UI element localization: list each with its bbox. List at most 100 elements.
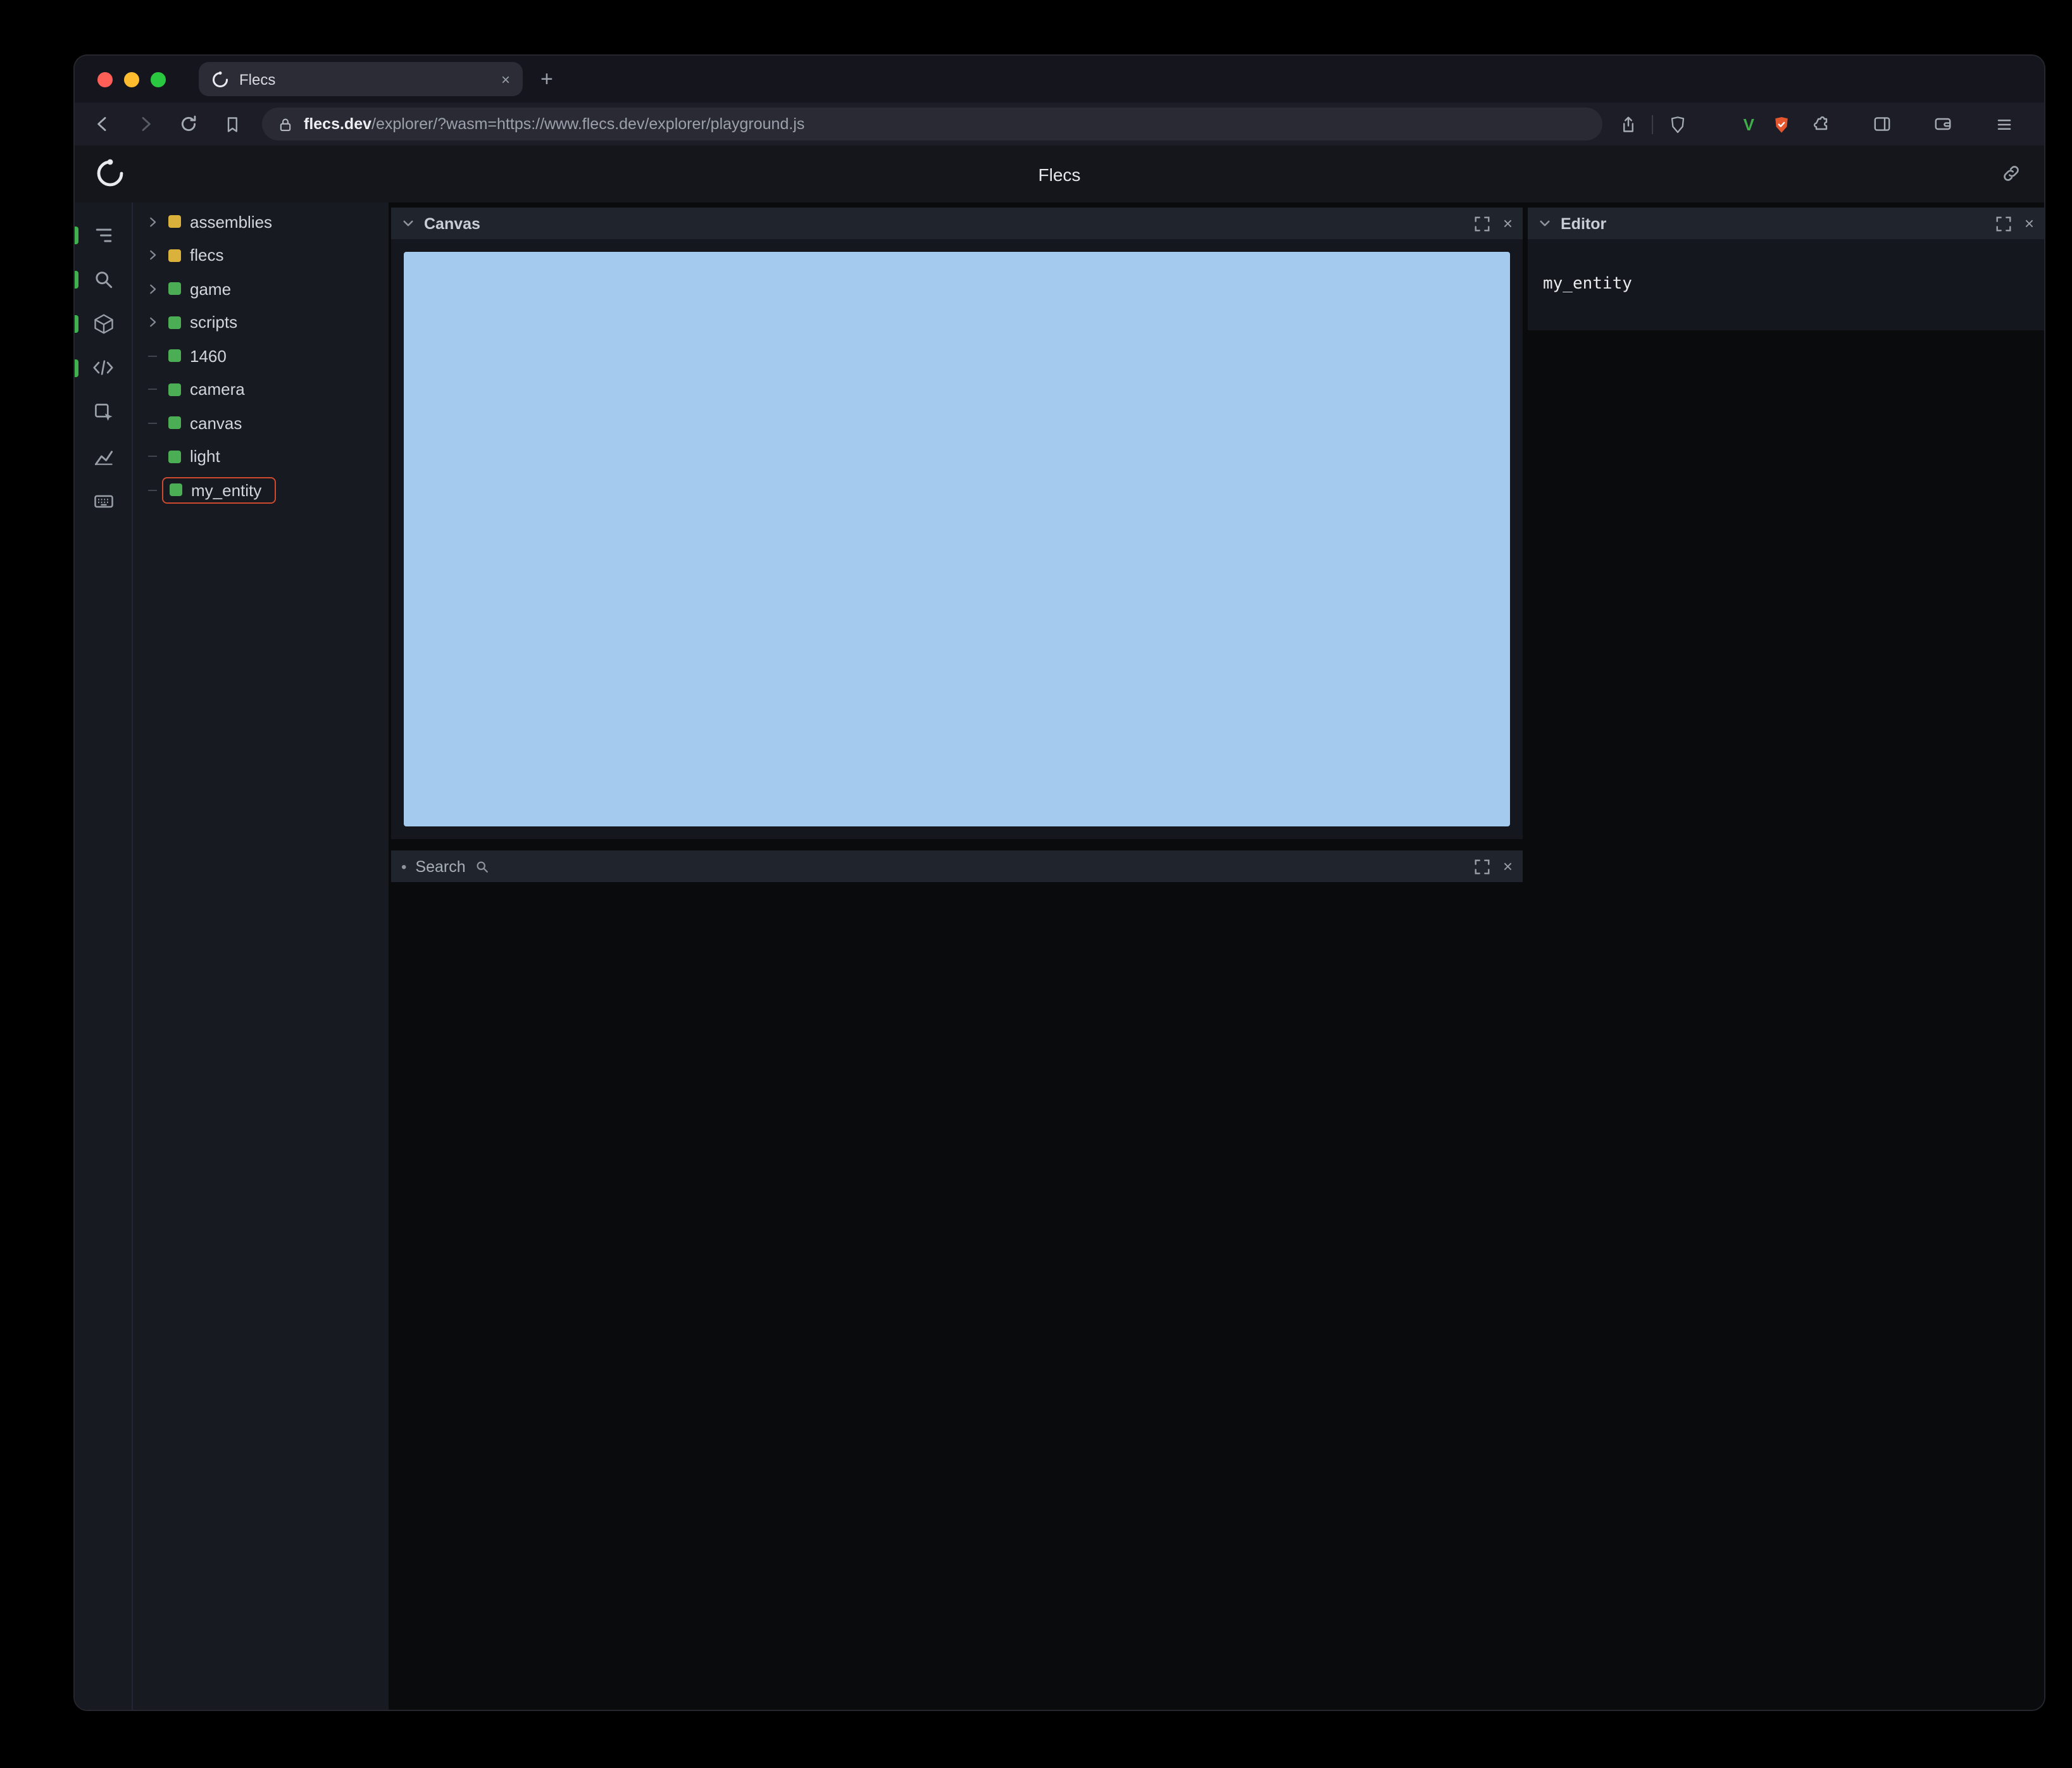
tree-row-scripts[interactable]: scripts [133,306,389,339]
canvas-panel-body [391,239,1523,839]
module-color-swatch [168,249,181,262]
reload-icon[interactable] [176,111,201,137]
share-link-icon[interactable] [2001,163,2021,184]
close-icon[interactable]: × [2025,215,2034,232]
app-body: assemblies flecs game scripts 1460 camer… [75,202,2044,1710]
inspect-cursor-icon [94,403,112,420]
rail-item-entities[interactable] [75,301,132,346]
entity-color-swatch [168,316,181,329]
entity-color-swatch [170,483,182,497]
toolbar-divider [1652,115,1654,134]
url-path: /explorer/?wasm=https://www.flecs.dev/ex… [371,115,805,133]
zoom-window-button[interactable] [151,72,166,87]
back-icon[interactable] [90,111,115,137]
share-icon[interactable] [1616,111,1641,137]
sidebar-icon-rail [75,202,133,1710]
rail-item-inspector[interactable] [75,390,132,434]
webgl-canvas[interactable] [404,252,1510,826]
tree-row-my-entity[interactable]: my_entity [133,473,389,507]
screen: Flecs × + flecs.dev/explorer/?wasm=https… [0,0,2072,1768]
entity-color-swatch [168,450,181,463]
url-text: flecs.dev/explorer/?wasm=https://www.fle… [304,115,804,133]
tree-item-label: assemblies [190,212,273,232]
tree-guide-dash [146,389,159,390]
tree-guide-dash [146,456,159,458]
wallet-icon[interactable] [1930,111,1956,137]
expand-icon[interactable] [1475,216,1490,231]
chevron-right-icon[interactable] [146,249,159,263]
expand-icon[interactable] [1997,216,2012,231]
entity-color-swatch [168,282,181,296]
url-domain: flecs.dev [304,115,372,133]
menu-icon[interactable] [1991,111,2016,137]
tree-row-camera[interactable]: camera [133,373,389,406]
close-icon[interactable]: × [1503,215,1513,232]
chevron-down-icon[interactable] [401,216,415,230]
tree-item-label: my_entity [191,480,262,500]
tab-title: Flecs [239,70,276,88]
cube-icon [94,313,113,333]
main-panel-area: Canvas × • Search × Editor × my_entity [389,202,2044,1710]
tree-row-assemblies[interactable]: assemblies [133,205,389,239]
tree-row-light[interactable]: light [133,440,389,473]
extensions-puzzle-icon[interactable] [1809,111,1834,137]
url-bar[interactable]: flecs.dev/explorer/?wasm=https://www.fle… [262,108,1603,140]
tree-row-canvas[interactable]: canvas [133,406,389,440]
editor-panel-header[interactable]: Editor × [1528,208,2044,239]
v-extension-icon[interactable]: V [1744,115,1754,134]
rail-item-script[interactable] [75,346,132,390]
tree-item-label: canvas [190,413,242,433]
expand-icon[interactable] [1475,859,1490,874]
tree-row-flecs[interactable]: flecs [133,239,389,272]
browser-toolbar: flecs.dev/explorer/?wasm=https://www.fle… [75,103,2044,146]
rail-item-stats[interactable] [75,434,132,478]
new-tab-button[interactable]: + [540,68,553,90]
search-panel: • Search × [391,850,1523,882]
tree-item-label: game [190,279,232,299]
tree-item-label: flecs [190,246,224,265]
tree-item-label: camera [190,380,245,399]
code-icon [93,360,113,375]
canvas-panel-header[interactable]: Canvas × [391,208,1523,239]
app-header: Flecs [75,146,2044,202]
bookmark-icon[interactable] [219,111,244,137]
extension-cluster: V [1744,111,2029,137]
module-color-swatch [168,215,181,228]
chevron-right-icon[interactable] [146,215,159,229]
search-icon [95,271,112,288]
tree-row-1460[interactable]: 1460 [133,339,389,373]
chevron-down-icon[interactable] [1538,216,1552,230]
selection-annotation-box: my_entity [162,476,276,504]
adblock-shield-icon[interactable] [1772,115,1791,134]
panel-title: Search [415,857,466,875]
flecs-explorer-app: Flecs assemblies flecs game scripts 1460… [75,146,2044,1710]
chevron-right-icon[interactable] [146,282,159,296]
traffic-lights [75,72,166,87]
tab-favicon-flecs-logo-icon [211,70,229,88]
tree-item-label: light [190,447,220,466]
search-panel-header[interactable]: • Search × [391,850,1523,882]
panel-title: Editor [1561,215,1607,232]
brave-shield-icon[interactable] [1665,111,1690,137]
forward-icon[interactable] [133,111,158,137]
tree-guide-dash [146,489,159,491]
sidebar-toggle-icon[interactable] [1869,111,1895,137]
tab-close-icon[interactable]: × [501,72,510,87]
rail-item-entity-tree[interactable] [75,213,132,257]
close-window-button[interactable] [97,72,113,87]
tree-item-label: 1460 [190,346,227,366]
tree-row-game[interactable]: game [133,272,389,306]
browser-window: Flecs × + flecs.dev/explorer/?wasm=https… [75,56,2044,1710]
rail-item-console[interactable] [75,478,132,523]
entity-tree-panel: assemblies flecs game scripts 1460 camer… [133,202,389,1710]
tab-strip: Flecs × + [75,56,2044,103]
tree-guide-dash [146,355,159,357]
browser-tab[interactable]: Flecs × [199,62,523,96]
chevron-right-icon[interactable] [146,316,159,330]
collapsed-dot-icon[interactable]: • [401,859,406,874]
rail-item-query[interactable] [75,257,132,301]
editor-content[interactable]: my_entity [1528,239,2044,330]
minimize-window-button[interactable] [124,72,139,87]
close-icon[interactable]: × [1503,858,1513,875]
keyboard-icon [94,494,113,507]
